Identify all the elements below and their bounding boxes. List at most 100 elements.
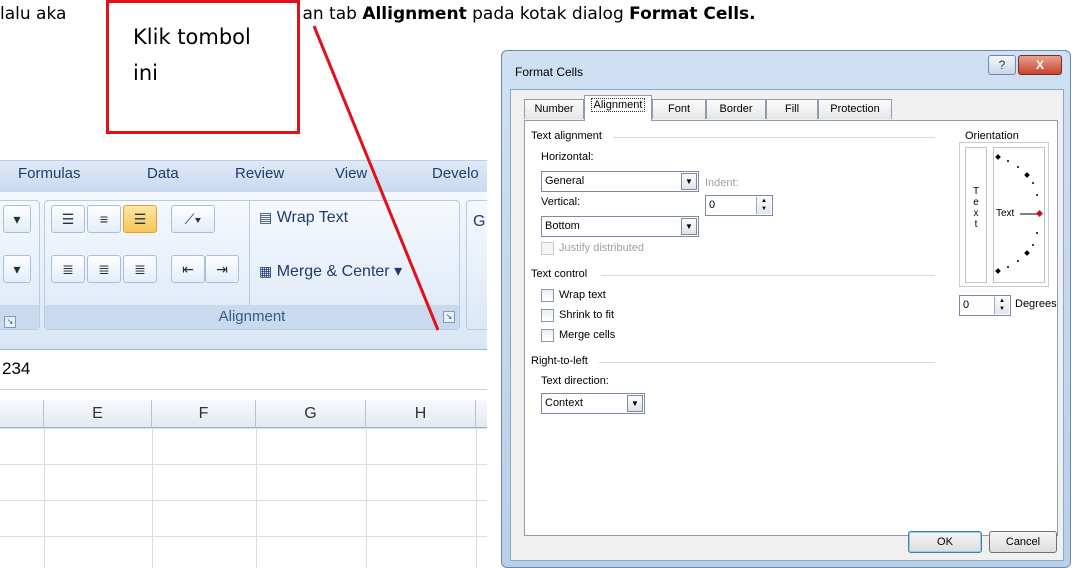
ribbon-tab-bar: Formulas Data Review View Develo: [0, 160, 487, 192]
section-text-control: Text control: [531, 268, 588, 280]
chevron-down-icon[interactable]: ▼: [627, 395, 643, 412]
chevron-down-icon[interactable]: ▼: [681, 218, 697, 235]
align-center-icon[interactable]: ≣: [87, 255, 121, 283]
column-header-partial: [0, 400, 44, 428]
partial-dropdown2-icon[interactable]: ▾: [3, 255, 31, 283]
ribbon-tab-developer[interactable]: Develo: [432, 165, 479, 182]
dial-marker-top: [995, 154, 1001, 160]
increase-indent-icon[interactable]: ⇥: [205, 255, 239, 283]
section-rule: [613, 137, 935, 138]
dial-needle-marker[interactable]: [1035, 209, 1044, 218]
ribbon-tab-formulas[interactable]: Formulas: [18, 165, 81, 182]
tab-fill[interactable]: Fill: [766, 99, 818, 119]
degrees-stepper[interactable]: 0 ▲ ▼: [959, 295, 1011, 316]
alignment-group-label: Alignment: [45, 305, 459, 329]
help-icon[interactable]: ?: [988, 55, 1016, 75]
cancel-button[interactable]: Cancel: [989, 531, 1057, 553]
decrease-indent-icon[interactable]: ⇤: [171, 255, 205, 283]
indent-stepper[interactable]: 0 ▲ ▼: [705, 195, 773, 216]
column-header-e[interactable]: E: [44, 400, 152, 428]
text-direction-value: Context: [545, 397, 583, 409]
vertical-label: Vertical:: [541, 196, 581, 208]
align-bottom-icon[interactable]: ☰: [123, 205, 157, 233]
caption-middle: an tab: [302, 4, 363, 24]
spin-arrows-icon[interactable]: ▲ ▼: [994, 297, 1009, 314]
vertical-text-letter: x: [973, 208, 979, 219]
orientation-box: T e x t Text: [959, 142, 1049, 287]
section-rule: [599, 362, 935, 363]
spin-arrows-icon[interactable]: ▲ ▼: [756, 197, 771, 214]
wrap-text-button[interactable]: ▤ Wrap Text: [259, 209, 348, 227]
alignment-dialog-launcher-icon[interactable]: ↘: [443, 311, 455, 323]
font-dialog-launcher-icon[interactable]: ↘: [4, 316, 16, 328]
chevron-down-icon[interactable]: ▼: [681, 173, 697, 190]
callout-line1: Klik tombol: [133, 25, 251, 49]
align-right-icon[interactable]: ≣: [123, 255, 157, 283]
shrink-to-fit-label: Shrink to fit: [559, 309, 615, 321]
alignment-panel: Text alignment Horizontal: General ▼ Inde…: [524, 120, 1058, 536]
wrap-text-label: Wrap Text: [276, 209, 349, 226]
column-header-g[interactable]: G: [256, 400, 366, 428]
align-left-icon[interactable]: ≣: [51, 255, 85, 283]
cell-grid[interactable]: [0, 428, 487, 568]
text-direction-select[interactable]: Context ▼: [541, 393, 645, 414]
dial-text-label: Text: [996, 208, 1015, 219]
grid-line: [476, 428, 477, 568]
align-top-icon[interactable]: ☰: [51, 205, 85, 233]
ribbon-tab-review[interactable]: Review: [235, 165, 284, 182]
section-right-to-left: Right-to-left: [531, 355, 588, 367]
vertical-text-letter: T: [972, 186, 980, 197]
close-icon[interactable]: X: [1018, 55, 1062, 75]
section-rule: [601, 275, 935, 276]
partial-g-label: G: [473, 213, 486, 230]
merge-dropdown-icon[interactable]: ▾: [394, 263, 402, 280]
dial-marker-bottom: [995, 268, 1001, 274]
excel-window: Formulas Data Review View Develo ▾ ▾ ☰ ≡…: [0, 146, 487, 568]
vertical-text-button[interactable]: T e x t: [965, 147, 987, 283]
wrap-text-icon: ▤: [259, 209, 273, 225]
column-header-h[interactable]: H: [366, 400, 476, 428]
horizontal-label: Horizontal:: [541, 151, 594, 163]
group-separator: [249, 201, 250, 307]
justify-distributed-checkbox[interactable]: [541, 242, 554, 255]
tab-alignment-label: Alignment: [590, 98, 646, 112]
tab-protection[interactable]: Protection: [818, 99, 892, 119]
grid-line: [152, 428, 153, 568]
ribbon-tab-view[interactable]: View: [335, 165, 367, 182]
wrap-text-checkbox[interactable]: [541, 289, 554, 302]
ribbon-body: ▾ ▾ ☰ ≡ ☰ ⟋▾ ≣ ≣ ≣ ⇤ ⇥ ▤ Wrap Text ▦ Mer…: [0, 192, 487, 350]
merge-center-button[interactable]: ▦ Merge & Center ▾: [259, 261, 402, 281]
vertical-select[interactable]: Bottom ▼: [541, 216, 699, 237]
shrink-to-fit-checkbox[interactable]: [541, 309, 554, 322]
format-cells-dialog: Format Cells ? X Number Alignment Font B…: [501, 50, 1071, 568]
dial-marker: [1024, 250, 1030, 256]
indent-label: Indent:: [705, 177, 739, 189]
column-header-f[interactable]: F: [152, 400, 256, 428]
tab-border[interactable]: Border: [706, 99, 766, 119]
formula-bar[interactable]: 234: [0, 350, 487, 390]
wrap-text-checkbox-label: Wrap text: [559, 289, 606, 301]
ribbon-group-left-partial: ▾ ▾: [0, 200, 40, 330]
column-headers: E F G H: [0, 400, 487, 428]
tab-font[interactable]: Font: [652, 99, 706, 119]
vertical-text-letter: t: [974, 219, 978, 230]
horizontal-value: General: [545, 175, 585, 187]
merge-cells-label: Merge cells: [559, 329, 616, 341]
merge-cells-checkbox[interactable]: [541, 329, 554, 342]
tab-alignment[interactable]: Alignment: [584, 95, 652, 121]
indent-value: 0: [709, 199, 716, 211]
partial-dropdown-icon[interactable]: ▾: [3, 205, 31, 233]
align-middle-icon[interactable]: ≡: [87, 205, 121, 233]
ribbon-tab-data[interactable]: Data: [147, 165, 179, 182]
section-text-alignment: Text alignment: [531, 130, 602, 142]
caption-between: pada kotak dialog: [466, 4, 630, 24]
ok-button[interactable]: OK: [908, 531, 982, 553]
dialog-body: Number Alignment Font Border Fill Protec…: [510, 89, 1064, 561]
caption-bold-allignment: Allignment: [362, 4, 467, 24]
orientation-icon[interactable]: ⟋▾: [171, 205, 215, 233]
vertical-text-letter: e: [973, 197, 979, 208]
orientation-dial[interactable]: Text: [993, 147, 1045, 283]
tab-number[interactable]: Number: [524, 99, 584, 119]
caption-prefix: lalu aka: [0, 4, 67, 24]
horizontal-select[interactable]: General ▼: [541, 171, 699, 192]
